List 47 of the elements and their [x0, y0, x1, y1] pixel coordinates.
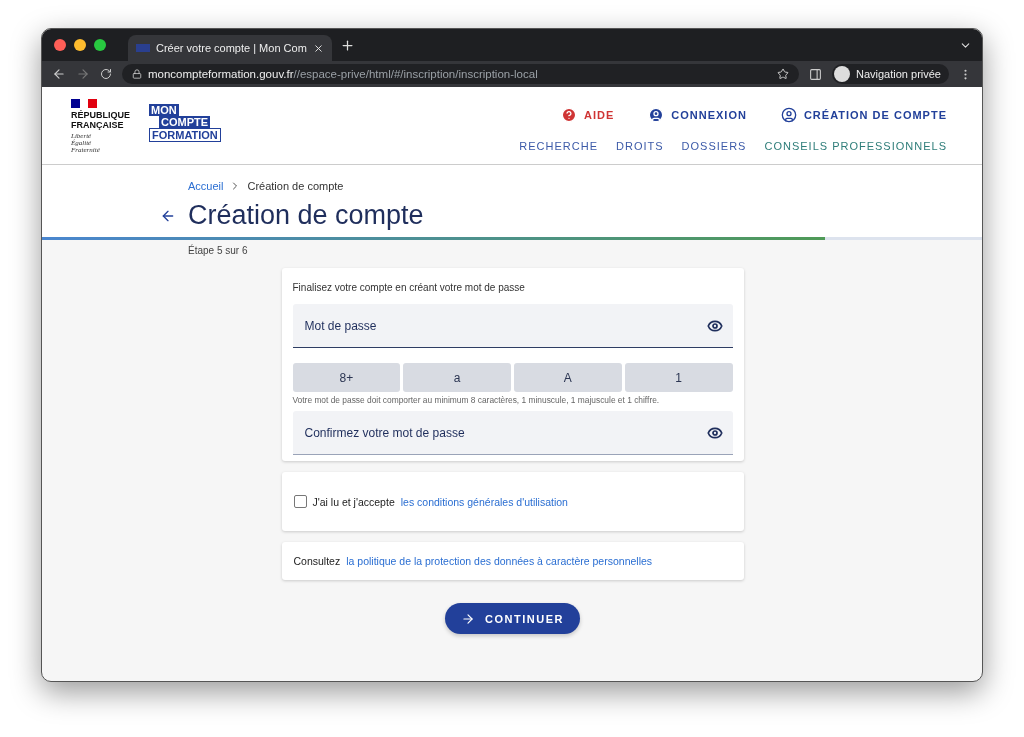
header-link[interactable]: CONNEXION — [648, 107, 747, 123]
favicon-icon — [136, 44, 150, 52]
confirm-password-input[interactable]: Confirmez votre mot de passe — [302, 424, 707, 441]
password-criterion: a — [403, 363, 511, 392]
help-icon — [561, 107, 577, 123]
password-criterion: A — [514, 363, 622, 392]
user-icon — [780, 107, 797, 123]
forward-icon[interactable] — [76, 67, 90, 81]
page-title: Création de compte — [188, 200, 424, 231]
nav-link[interactable]: CONSEILS PROFESSIONNELS — [764, 140, 947, 152]
star-icon[interactable] — [777, 68, 789, 80]
side-panel-icon[interactable] — [809, 67, 822, 81]
terms-link[interactable]: les conditions générales d'utilisation — [400, 495, 568, 508]
arrow-right-icon — [461, 611, 476, 626]
breadcrumb-current-page: Création de compte — [247, 180, 344, 192]
step-label: Étape 5 sur 6 — [187, 243, 249, 256]
window-minimize-control[interactable] — [74, 39, 86, 51]
password-field[interactable]: Mot de passe — [292, 304, 733, 348]
nav-link[interactable]: DROITS — [616, 140, 664, 152]
window-close-control[interactable] — [54, 39, 66, 51]
card-intro: Finalisez votre compte en créant votre mot de passe — [292, 282, 526, 293]
terms-text: J'ai lu et j'accepte — [312, 495, 395, 508]
reload-icon[interactable] — [100, 68, 112, 80]
browser-tab[interactable]: Créer votre compte | Mon Com — [128, 35, 332, 61]
privacy-text: Consultez — [293, 555, 341, 567]
nav-link[interactable]: DOSSIERS — [681, 140, 747, 152]
breadcrumb-link[interactable]: Accueil — [188, 180, 224, 192]
header-link[interactable]: CRÉATION DE COMPTE — [780, 107, 947, 123]
password-input[interactable]: Mot de passe — [302, 317, 707, 334]
lock-icon — [132, 69, 142, 79]
password-criterion: 8+ — [292, 363, 401, 392]
user-icon — [648, 107, 665, 123]
window-zoom-control[interactable] — [94, 39, 106, 51]
profile-button[interactable]: Navigation privée — [832, 64, 949, 84]
checkbox[interactable] — [293, 495, 307, 508]
privacy-link[interactable]: la politique de la protection des données à caractère personnelles — [346, 555, 653, 567]
confirm-password-field[interactable]: Confirmez votre mot de passe — [292, 411, 733, 455]
header-link[interactable]: AIDE — [561, 107, 615, 123]
brand-logo[interactable]: MON COMPTE FORMATION — [149, 104, 221, 164]
new-tab-icon[interactable] — [339, 37, 355, 53]
password-criterion: 1 — [624, 363, 733, 392]
close-icon[interactable] — [312, 42, 324, 54]
continue-button[interactable]: CONTINUER — [445, 603, 580, 634]
address-bar[interactable]: moncompteformation.gouv.fr//espace-prive/html/#/inscription/inscription-local — [122, 64, 799, 84]
nav-link[interactable]: RECHERCHE — [519, 140, 599, 152]
back-icon[interactable] — [52, 67, 66, 81]
password-hint: Votre mot de passe doit comporter au minimum 8 caractères, 1 minuscule, 1 majuscule et 1 chiffre. — [292, 395, 661, 405]
